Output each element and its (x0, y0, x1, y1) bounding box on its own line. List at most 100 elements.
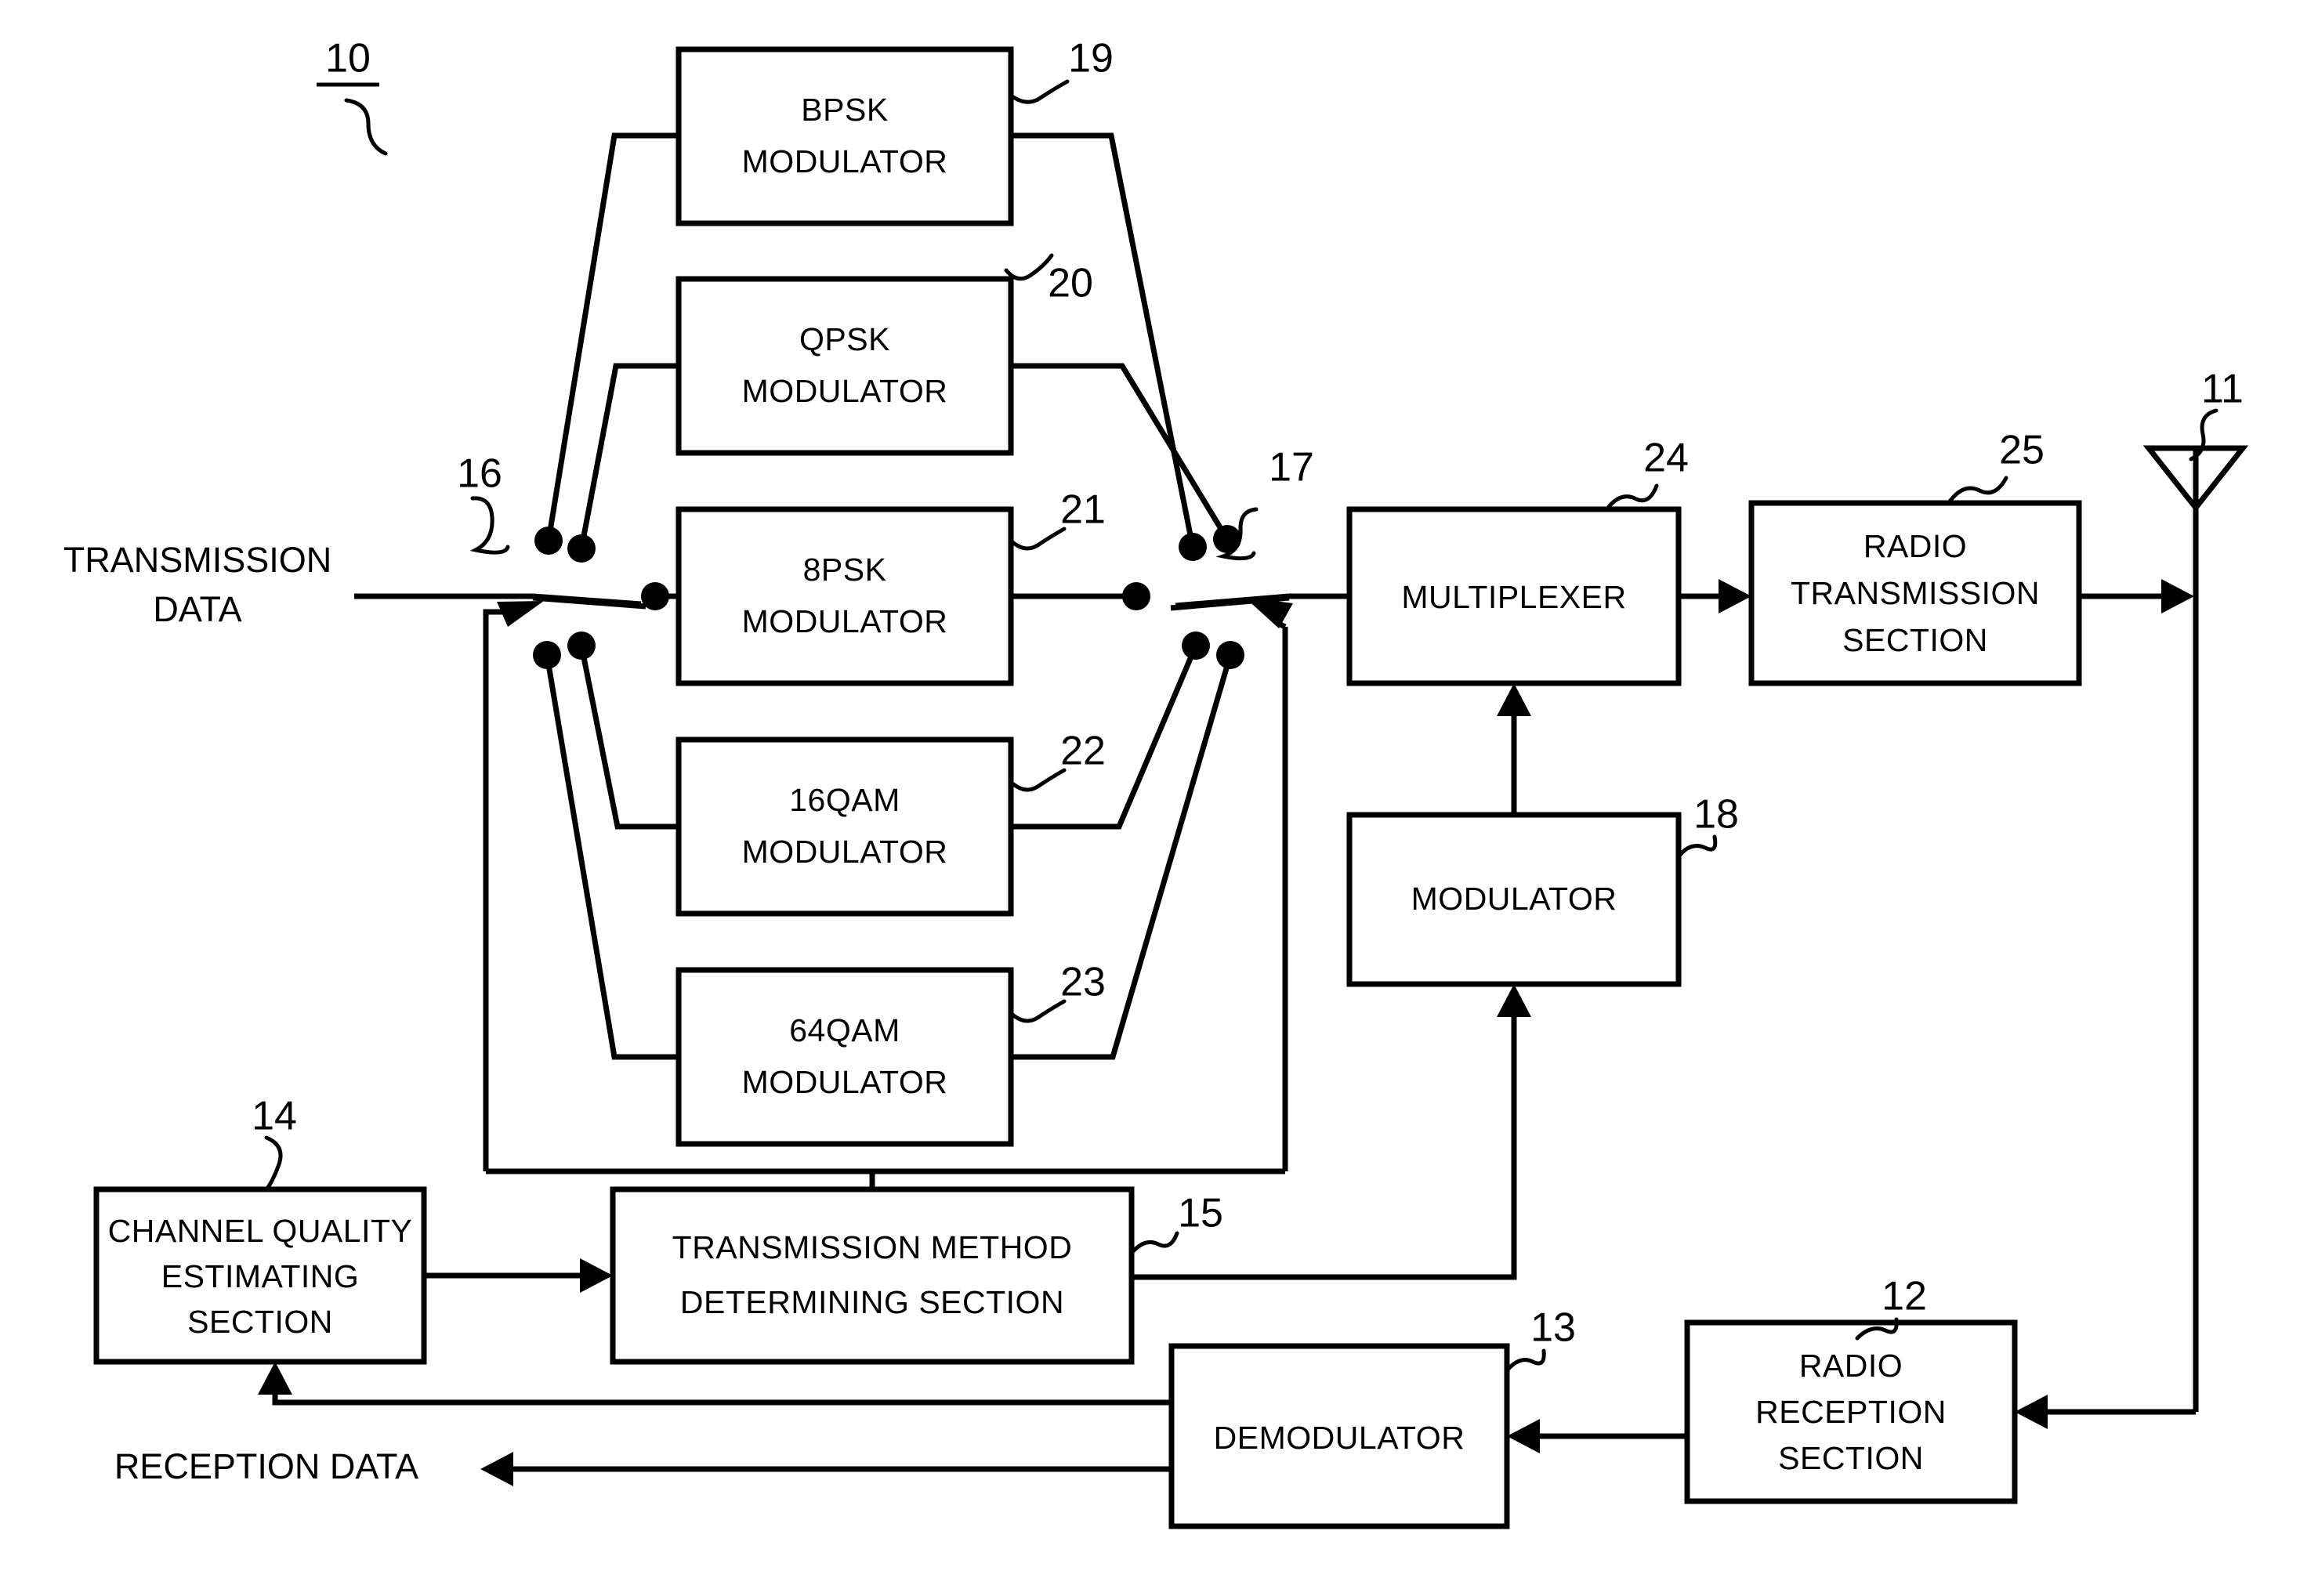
tx-method-label-line1: TRANSMISSION METHOD (672, 1229, 1073, 1265)
reception-data-label: RECEPTION DATA (114, 1446, 418, 1486)
block-16qam-modulator[interactable]: 16QAM MODULATOR (675, 736, 1014, 917)
transmission-data-line2: DATA (153, 589, 241, 629)
ref-24-number: 24 (1643, 436, 1689, 481)
radio-rx-label-line1: RADIO (1799, 1348, 1903, 1384)
switch-17-control-arrowhead (1244, 597, 1293, 628)
ref-14-leader (264, 1135, 283, 1192)
ref-25-leader (1947, 476, 2008, 504)
switch-16-input-selector[interactable]: 16 (354, 132, 679, 1171)
radio-rx-label-line3: SECTION (1778, 1440, 1924, 1476)
switch-17-control-join (1276, 620, 1287, 630)
switch-16-control-wire (483, 609, 520, 1171)
ref-15-number: 15 (1178, 1191, 1223, 1236)
ref-21-leader (1009, 527, 1067, 551)
wire-multiplexer-to-radio-tx (1679, 579, 1751, 613)
qam64-label-line2: MODULATOR (742, 1064, 948, 1100)
ref-15-tx-method: 15 (1131, 1191, 1223, 1254)
ref-19-bpsk: 19 (1009, 36, 1114, 104)
ref-25-radio-transmission: 25 (1947, 428, 2045, 504)
ref-22-16qam: 22 (1009, 729, 1106, 792)
radio-tx-label-line1: RADIO (1863, 528, 1967, 564)
bpsk-box (675, 46, 1014, 226)
lead-16-to-64qam (544, 654, 679, 1060)
antenna[interactable]: 11 (2142, 367, 2249, 1412)
block-demodulator[interactable]: DEMODULATOR (1168, 1343, 1510, 1529)
block-channel-quality-estimating-section[interactable]: CHANNEL QUALITY ESTIMATING SECTION (93, 1186, 427, 1365)
transmission-data-line1: TRANSMISSION (63, 540, 332, 580)
modulator-label: MODULATOR (1411, 881, 1617, 917)
psk8-label-line1: 8PSK (803, 552, 887, 588)
chanqual-txmethod-arrowhead (580, 1258, 613, 1293)
radio-rx-label-line2: RECEPTION (1755, 1394, 1947, 1430)
block-radio-reception-section[interactable]: RADIO RECEPTION SECTION (1684, 1319, 2018, 1504)
wire-antenna-to-radio-rx (2015, 1395, 2196, 1429)
ref-24-leader (1606, 483, 1659, 510)
chan-qual-label-line1: CHANNEL QUALITY (108, 1213, 413, 1249)
wire-channel-quality-to-tx-method (424, 1258, 613, 1293)
ref-23-leader (1009, 999, 1067, 1023)
ref-21-8psk: 21 (1009, 487, 1106, 551)
block-qpsk-modulator[interactable]: QPSK MODULATOR (675, 276, 1014, 456)
txmethod-modulator-line (1132, 1008, 1517, 1280)
wire-demodulator-to-channel-quality (258, 1362, 1172, 1406)
multiplexer-label: MULTIPLEXER (1401, 579, 1626, 615)
block-radio-transmission-section[interactable]: RADIO TRANSMISSION SECTION (1748, 500, 2082, 686)
ref-24-multiplexer: 24 (1606, 436, 1689, 510)
ref-20-leader (1004, 253, 1054, 281)
chan-qual-label-line3: SECTION (187, 1304, 333, 1340)
qam16-label-line1: 16QAM (789, 782, 900, 818)
demod-chanqual-arrowhead (258, 1362, 292, 1395)
ref-23-number: 23 (1060, 960, 1106, 1005)
ref-14-number: 14 (252, 1094, 297, 1139)
label-reception-data: RECEPTION DATA (114, 1446, 418, 1486)
block-diagram-canvas: BPSK MODULATOR QPSK MODULATOR 8PSK MODUL… (63, 36, 2249, 1529)
wire-radio-rx-to-demodulator (1507, 1419, 1687, 1453)
psk8-label-line2: MODULATOR (742, 603, 948, 639)
ref-13-number: 13 (1530, 1305, 1576, 1351)
block-64qam-modulator[interactable]: 64QAM MODULATOR (675, 967, 1014, 1147)
switch-16-control-arrowhead (497, 601, 544, 627)
ref-23-64qam: 23 (1009, 960, 1106, 1023)
block-modulator[interactable]: MODULATOR (1346, 812, 1682, 987)
wire-demodulator-to-reception-data (480, 1452, 1172, 1486)
ref-17-number: 17 (1269, 445, 1314, 490)
ref-18-number: 18 (1693, 792, 1739, 838)
mux-tx-arrowhead (1719, 579, 1751, 613)
block-bpsk-modulator[interactable]: BPSK MODULATOR (675, 46, 1014, 226)
ref-10-number: 10 (325, 36, 371, 81)
ref-16-number: 16 (457, 451, 502, 497)
wire-modulator-to-multiplexer (1497, 683, 1531, 815)
label-transmission-data: TRANSMISSION DATA (63, 540, 332, 629)
ref-22-number: 22 (1060, 729, 1106, 774)
ref-19-leader (1009, 79, 1070, 104)
ref-15-leader (1131, 1231, 1179, 1254)
ref-20-qpsk: 20 (1004, 253, 1093, 306)
bpsk-label-line2: MODULATOR (742, 143, 948, 179)
demod-chanqual-line (272, 1385, 1172, 1406)
qam16-box (675, 736, 1014, 917)
block-8psk-modulator[interactable]: 8PSK MODULATOR (675, 506, 1014, 686)
demod-rxdata-arrowhead (480, 1452, 513, 1486)
qpsk-box (675, 276, 1014, 456)
lead-16-to-16qam (578, 645, 679, 830)
ref-14-channel-quality: 14 (252, 1094, 297, 1192)
antenna-rx-arrowhead (2015, 1395, 2048, 1429)
ref-25-number: 25 (1999, 428, 2045, 473)
qam64-box (675, 967, 1014, 1147)
tx-method-box (610, 1186, 1135, 1365)
block-multiplexer[interactable]: MULTIPLEXER (1346, 506, 1682, 686)
rx-demod-arrowhead (1507, 1419, 1540, 1453)
ref-13-demodulator: 13 (1505, 1305, 1576, 1372)
radio-tx-label-line2: TRANSMISSION (1791, 575, 2040, 611)
qpsk-label-line2: MODULATOR (742, 373, 948, 409)
lead-bpsk-to-17 (1011, 132, 1196, 548)
lead-qpsk-to-17 (1011, 363, 1230, 541)
block-transmission-method-determining-section[interactable]: TRANSMISSION METHOD DETERMINING SECTION (610, 1186, 1135, 1365)
ref-19-number: 19 (1068, 36, 1114, 81)
tx-antenna-arrowhead (2161, 579, 2194, 613)
lead-64qam-to-17 (1011, 654, 1233, 1060)
psk8-box (675, 506, 1014, 686)
patent-figure-root: BPSK MODULATOR QPSK MODULATOR 8PSK MODUL… (0, 0, 2318, 1596)
ref-18-leader (1677, 834, 1718, 858)
ref-16-leader (469, 496, 510, 555)
